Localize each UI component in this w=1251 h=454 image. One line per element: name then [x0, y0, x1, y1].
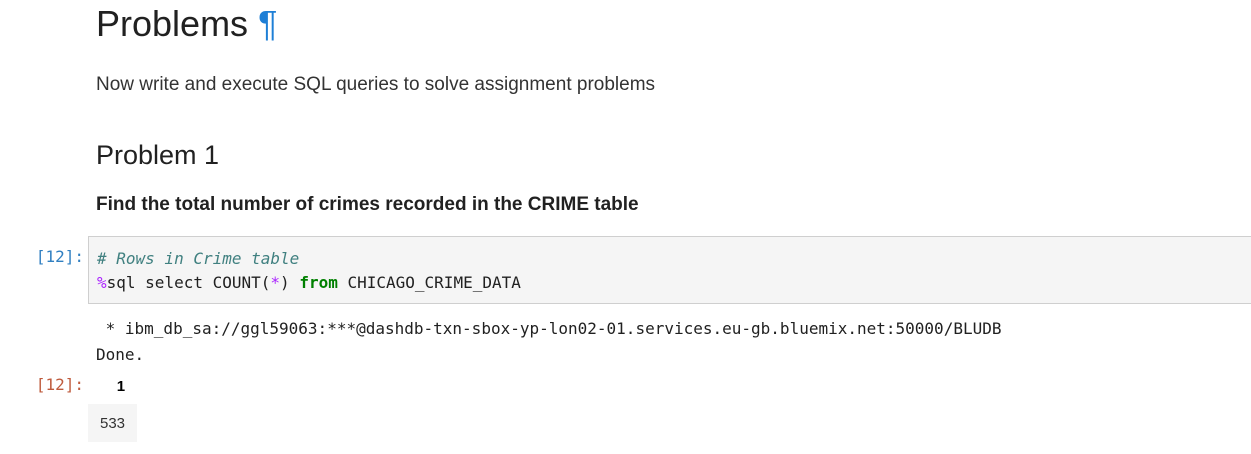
input-prompt: [12]: — [35, 247, 84, 266]
problem-description: Find the total number of crimes recorded… — [96, 194, 639, 215]
table-row: 533 — [88, 404, 138, 442]
heading-title: Problems — [96, 3, 249, 44]
code-star: * — [270, 273, 281, 292]
problem-heading: Problem 1 — [96, 140, 220, 170]
stdout-connection: * ibm_db_sa://ggl59063:***@dashdb-txn-sb… — [96, 319, 1002, 338]
code-text-c: CHICAGO_CRIME_DATA — [337, 273, 521, 292]
code-keyword: from — [299, 273, 338, 292]
code-magic: % — [97, 273, 107, 292]
result-table: 1 533 — [88, 372, 138, 442]
cell-stdout: * ibm_db_sa://ggl59063:***@dashdb-txn-sb… — [96, 316, 1001, 368]
code-text-a: sql select COUNT( — [106, 273, 271, 292]
code-text-b: ) — [280, 273, 300, 292]
code-cell-editor[interactable]: # Rows in Crime table %sql select COUNT(… — [88, 236, 1251, 304]
result-column-header: 1 — [116, 377, 126, 395]
stdout-status: Done. — [96, 345, 145, 364]
code-comment: # Rows in Crime table — [97, 249, 300, 268]
intro-paragraph: Now write and execute SQL queries to sol… — [96, 74, 656, 95]
anchor-link[interactable]: ¶ — [258, 3, 277, 44]
section-heading: Problems ¶ — [96, 0, 277, 48]
result-value: 533 — [88, 404, 138, 442]
output-prompt: [12]: — [35, 375, 84, 394]
